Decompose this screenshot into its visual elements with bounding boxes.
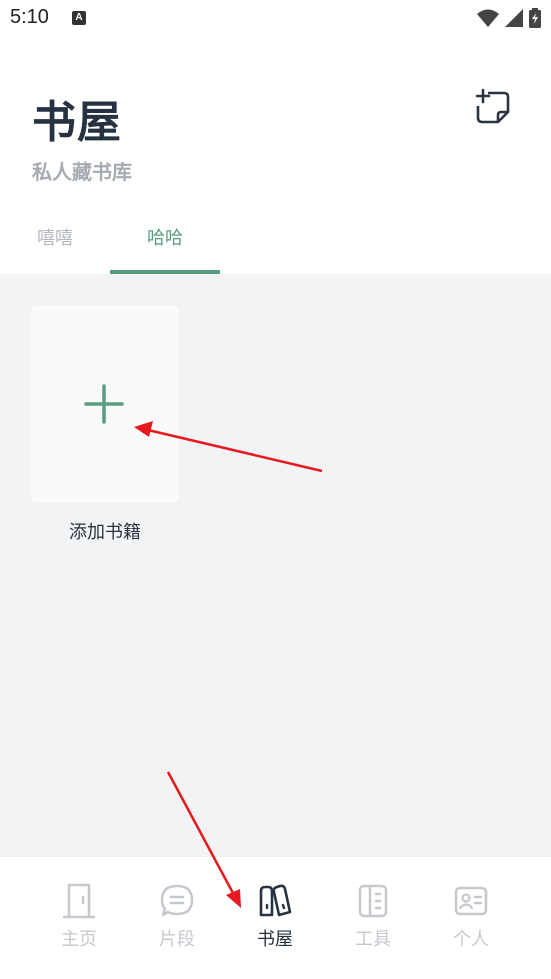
- bookshelf-area: 添加书籍: [0, 274, 551, 856]
- nav-label-home: 主页: [61, 929, 97, 950]
- page-subtitle: 私人藏书库: [32, 160, 132, 184]
- nav-item-tools[interactable]: 工具: [324, 883, 422, 953]
- signal-icon: [505, 9, 523, 27]
- plus-icon: [84, 384, 124, 424]
- nav-label-profile: 个人: [453, 929, 489, 950]
- chat-bubble-icon: [160, 884, 194, 917]
- nav-item-snippets[interactable]: 片段: [128, 883, 226, 953]
- nav-label-bookhouse: 书屋: [257, 929, 293, 950]
- nav-item-profile[interactable]: 个人: [422, 883, 520, 953]
- tab-bar: 嘻嘻 哈哈: [0, 216, 551, 274]
- id-card-icon: [454, 886, 488, 916]
- books-icon: [259, 884, 292, 917]
- add-book-label: 添加书籍: [69, 522, 141, 543]
- add-book-card[interactable]: [31, 305, 179, 503]
- add-note-icon: [475, 88, 510, 124]
- bottom-nav: 主页 片段 书屋 工具 个人: [0, 856, 551, 979]
- ruler-icon: [358, 884, 388, 918]
- page-title: 书屋: [32, 97, 122, 148]
- door-icon: [62, 883, 96, 919]
- nav-label-snippets: 片段: [159, 929, 195, 950]
- notification-icon: A: [72, 11, 86, 25]
- wifi-icon: [477, 9, 499, 27]
- screen: 5:10 A 书屋 私人藏书库 嘻嘻 哈哈 添加书籍 主页 片段 书屋 工具 个…: [0, 0, 551, 979]
- nav-item-bookhouse[interactable]: 书屋: [226, 883, 324, 953]
- add-note-button[interactable]: [474, 88, 512, 126]
- nav-label-tools: 工具: [355, 929, 391, 950]
- battery-icon: [529, 8, 541, 28]
- status-icons: [477, 8, 541, 28]
- tab-haha[interactable]: 哈哈: [110, 216, 220, 274]
- tab-xixi[interactable]: 嘻嘻: [0, 216, 110, 274]
- status-bar: 5:10 A: [0, 0, 551, 38]
- status-time: 5:10: [10, 6, 49, 28]
- nav-item-home[interactable]: 主页: [30, 883, 128, 953]
